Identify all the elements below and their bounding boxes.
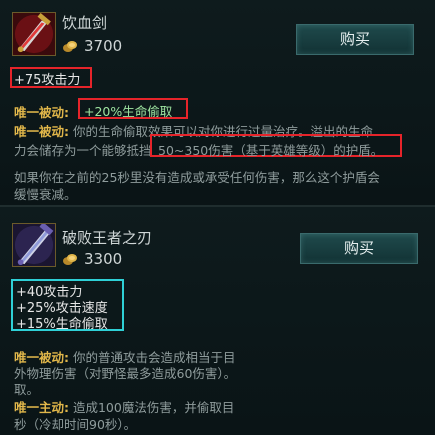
passive-1: 唯一被动: bbox=[14, 102, 69, 121]
passive-label: 唯一被动: bbox=[14, 124, 69, 139]
buy-button[interactable]: 购买 bbox=[296, 24, 414, 55]
stat-lifesteal: +15%生命偷取 bbox=[16, 317, 108, 332]
price-value: 3700 bbox=[84, 37, 123, 55]
item-price: 3700 bbox=[62, 37, 122, 55]
extra-line-2: 缓慢衰减。 bbox=[14, 187, 77, 202]
stat-attack: +75攻击力 bbox=[14, 73, 81, 88]
gold-coin-icon bbox=[62, 252, 78, 266]
passive-2-line-2a: 力会储存为一个能够抵挡 bbox=[14, 143, 152, 158]
passive-line-3: 取。 bbox=[14, 382, 40, 397]
gold-coin-icon bbox=[62, 39, 78, 53]
item-name: 饮血剑 bbox=[62, 14, 108, 32]
passive-1-value: +20%生命偷取 bbox=[84, 104, 173, 119]
item-card-bloodthirster: 饮血剑 3700 购买 +75攻击力 唯一被动: +20%生命偷取 唯一被动: … bbox=[0, 0, 435, 206]
price-value: 3300 bbox=[84, 250, 123, 268]
item-price: 3300 bbox=[62, 250, 122, 268]
bloodthirster-sword-icon bbox=[12, 12, 56, 56]
item-name: 破败王者之刃 bbox=[62, 229, 153, 247]
active-line-2: 秒（冷却时间90秒）。 bbox=[14, 417, 137, 432]
passive-line-2: 外物理伤害（对野怪最多造成60伤害）。 bbox=[14, 366, 237, 381]
passive-2-line-2b: 50~350伤害（基于英雄等级）的护盾。 bbox=[158, 143, 384, 158]
passive-label: 唯一被动: bbox=[14, 105, 69, 120]
active-label: 唯一主动: bbox=[14, 400, 69, 415]
blade-of-ruined-king-icon bbox=[12, 223, 56, 267]
item-card-blade-of-ruined-king: 破败王者之刃 3300 购买 +40攻击力 +25%攻击速度 +15%生命偷取 … bbox=[0, 207, 435, 435]
buy-button[interactable]: 购买 bbox=[300, 233, 418, 264]
active-text: 造成100魔法伤害，并偷取目 bbox=[72, 400, 235, 415]
